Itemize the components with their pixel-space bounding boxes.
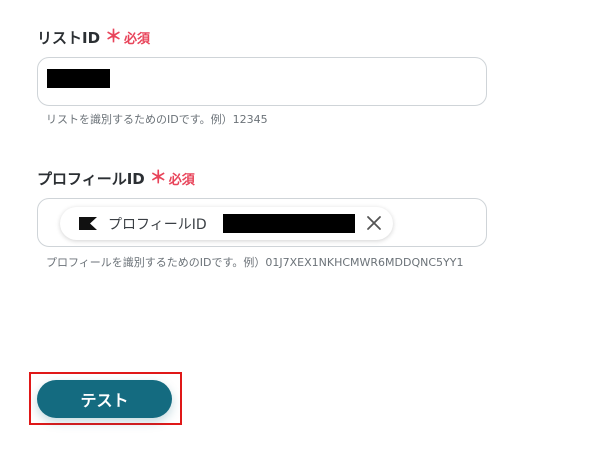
flag-icon	[79, 217, 97, 230]
profile-id-helper: プロフィールを識別するためのIDです。例）01J7XEX1NKHCMWR6MDD…	[46, 256, 464, 269]
list-id-label-text: リストID	[37, 29, 101, 47]
required-asterisk: ＊	[105, 27, 123, 47]
redacted-value	[223, 214, 355, 233]
form-page: リストID ＊ 必須 リストを識別するためのIDです。例）12345 プロフィー…	[0, 0, 594, 472]
list-id-helper: リストを識別するためのIDです。例）12345	[46, 113, 268, 126]
required-text: 必須	[124, 32, 151, 47]
redacted-value	[47, 69, 110, 88]
profile-id-chip[interactable]: プロフィールID	[60, 207, 393, 240]
list-id-label: リストID ＊ 必須	[37, 27, 150, 48]
profile-id-input[interactable]: プロフィールID	[37, 198, 487, 247]
test-button[interactable]: テスト	[37, 380, 172, 418]
required-asterisk: ＊	[149, 168, 167, 188]
list-id-input[interactable]	[37, 57, 487, 106]
required-text: 必須	[168, 173, 195, 188]
profile-id-label-text: プロフィールID	[37, 170, 145, 188]
profile-id-label: プロフィールID ＊ 必須	[37, 168, 195, 189]
chip-label: プロフィールID	[108, 217, 207, 233]
close-icon[interactable]	[365, 214, 383, 232]
